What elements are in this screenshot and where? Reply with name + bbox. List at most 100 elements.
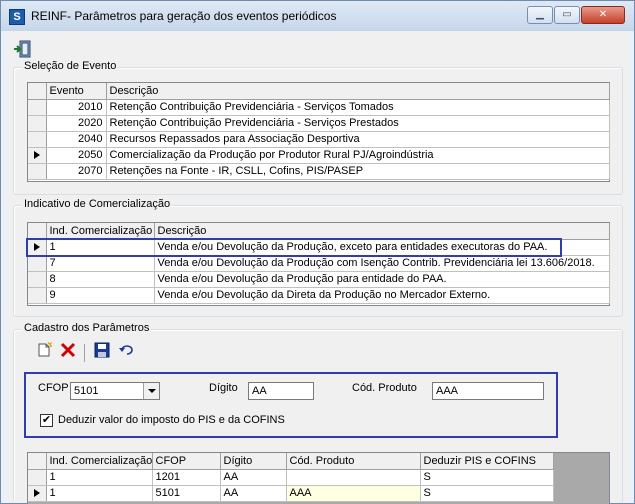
evento-row[interactable]: 2070 Retenções na Fonte - IR, CSLL, Cofin… [28,163,610,180]
parametros-grid[interactable]: Ind. Comercialização CFOP Dígito Cód. Pr… [27,452,610,504]
evento-row[interactable]: 2010 Retenção Contribuição Previdenciária… [28,99,610,116]
cfop-label: CFOP [38,382,69,394]
column-header-cod-produto[interactable]: Cód. Produto [286,453,421,470]
evento-row[interactable]: 2040 Recursos Repassados para Associação … [28,131,610,148]
digito-input[interactable]: AA [248,382,314,400]
row-indicator-header [28,83,47,100]
descricao-cell[interactable]: Venda e/ou Devolução da Produção com Ise… [154,255,610,272]
save-disk-icon [94,342,110,358]
eventos-table: Evento Descrição 2010 Retenção Contribuiç… [28,83,610,180]
row-indicator[interactable] [28,147,47,164]
ind-comercializacao-cell[interactable]: 1 [46,239,155,256]
parametros-body: 1 1201 AA S 1 5101 AA AAA S [28,469,554,502]
chevron-down-icon[interactable] [143,383,159,399]
column-header-descricao[interactable]: Descrição [154,223,610,240]
evento-cell[interactable]: 2010 [46,99,107,116]
row-indicator[interactable] [28,271,47,288]
delete-button[interactable] [58,342,78,362]
parametro-row[interactable]: 1 5101 AA AAA S [28,485,554,502]
descricao-cell[interactable]: Retenção Contribuição Previdenciária - S… [106,99,610,116]
new-button[interactable] [34,341,54,362]
column-header-deduzir[interactable]: Deduzir PIS e COFINS [420,453,554,470]
ind-comercializacao-cell[interactable]: 9 [46,287,155,304]
row-indicator[interactable] [28,485,47,502]
eventos-header-row: Evento Descrição [28,83,610,100]
column-header-descricao[interactable]: Descrição [106,83,610,100]
cod-produto-cell[interactable]: AAA [286,485,421,502]
selecao-evento-label: Seleção de Evento [22,60,119,72]
minimize-icon: ▁ [536,9,544,20]
descricao-cell[interactable]: Recursos Repassados para Associação Desp… [106,131,610,148]
row-indicator[interactable] [28,239,47,256]
row-indicator[interactable] [28,287,47,304]
descricao-cell[interactable]: Retenção Contribuição Previdenciária - S… [106,115,610,132]
ind-comercializacao-cell[interactable]: 1 [46,485,153,502]
descricao-cell[interactable]: Venda e/ou Devolução da Direta da Produç… [154,287,610,304]
indicativo-group: Indicativo de Comercialização Ind. Comer… [13,198,623,317]
cfop-combo[interactable]: 5101 [70,382,160,400]
ind-comercializacao-cell[interactable]: 7 [46,255,155,272]
ind-comercializacao-cell[interactable]: 8 [46,271,155,288]
row-indicator[interactable] [28,255,47,272]
current-row-arrow-icon [33,489,40,498]
deduzir-label[interactable]: Deduzir valor do imposto do PIS e da COF… [58,414,285,426]
indicativo-row[interactable]: 1 Venda e/ou Devolução da Produção, excet… [28,239,610,256]
ind-comercializacao-cell[interactable]: 1 [46,469,153,486]
cfop-cell[interactable]: 1201 [152,469,221,486]
cod-produto-input[interactable]: AAA [432,382,544,400]
column-header-cfop[interactable]: CFOP [152,453,221,470]
app-s-icon: S [9,9,25,25]
deduzir-checkbox[interactable]: ✔ [40,414,53,427]
evento-cell[interactable]: 2070 [46,163,107,180]
indicativo-row[interactable]: 7 Venda e/ou Devolução da Produção com Is… [28,255,610,272]
save-button[interactable] [92,342,112,362]
column-header-ind-comercializacao[interactable]: Ind. Comercialização [46,453,153,470]
new-document-icon [38,341,54,357]
evento-row[interactable]: 2020 Retenção Contribuição Previdenciária… [28,115,610,132]
cadastro-label: Cadastro dos Parâmetros [22,322,152,334]
indicativo-row[interactable]: 9 Venda e/ou Devolução da Direta da Produ… [28,287,610,304]
column-header-digito[interactable]: Dígito [220,453,287,470]
evento-cell[interactable]: 2040 [46,131,107,148]
descricao-cell[interactable]: Comercialização da Produção por Produtor… [106,147,610,164]
deduzir-cell[interactable]: S [420,485,554,502]
digito-cell[interactable]: AA [220,469,287,486]
row-indicator[interactable] [28,163,47,180]
column-header-evento[interactable]: Evento [46,83,107,100]
exit-button[interactable] [13,39,33,59]
cod-produto-label: Cód. Produto [352,382,417,394]
indicativo-body: 1 Venda e/ou Devolução da Produção, excet… [28,239,610,304]
minimize-button[interactable]: ▁ [527,6,553,24]
maximize-button[interactable]: ▭ [554,6,580,24]
parametros-header-row: Ind. Comercialização CFOP Dígito Cód. Pr… [28,453,554,470]
row-indicator[interactable] [28,469,47,486]
cod-produto-value: AAA [436,385,459,397]
cfop-value: 5101 [74,385,99,397]
descricao-cell[interactable]: Venda e/ou Devolução da Produção para en… [154,271,610,288]
title-bar[interactable]: S REINF- Parâmetros para geração dos eve… [1,1,634,31]
row-indicator-header [28,223,47,240]
deduzir-cell[interactable]: S [420,469,554,486]
row-indicator[interactable] [28,131,47,148]
descricao-cell[interactable]: Retenções na Fonte - IR, CSLL, Cofins, P… [106,163,610,180]
row-indicator[interactable] [28,115,47,132]
evento-cell[interactable]: 2050 [46,147,107,164]
digito-value: AA [252,385,267,397]
undo-icon [119,345,133,355]
selecao-evento-group: Seleção de Evento Evento Descrição 2010 R… [13,60,623,195]
eventos-grid[interactable]: Evento Descrição 2010 Retenção Contribuiç… [27,82,610,182]
indicativo-row[interactable]: 8 Venda e/ou Devolução da Produção para e… [28,271,610,288]
cfop-cell[interactable]: 5101 [152,485,221,502]
column-header-ind-comercializacao[interactable]: Ind. Comercialização [46,223,155,240]
close-button[interactable]: ✕ [581,6,625,24]
row-indicator[interactable] [28,99,47,116]
undo-button[interactable] [116,342,136,362]
evento-row[interactable]: 2050 Comercialização da Produção por Prod… [28,147,610,164]
digito-cell[interactable]: AA [220,485,287,502]
descricao-cell[interactable]: Venda e/ou Devolução da Produção, exceto… [154,239,610,256]
indicativo-grid[interactable]: Ind. Comercialização Descrição 1 Venda e/… [27,222,610,306]
parametro-row[interactable]: 1 1201 AA S [28,469,554,486]
cod-produto-cell[interactable] [286,469,421,486]
main-window: S REINF- Parâmetros para geração dos eve… [0,0,635,504]
evento-cell[interactable]: 2020 [46,115,107,132]
